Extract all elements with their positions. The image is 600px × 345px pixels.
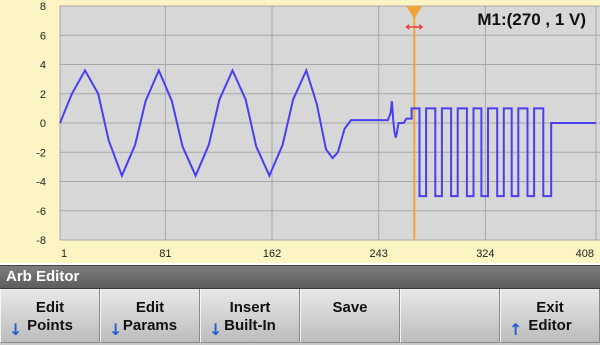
y-tick-label: 8 [40,1,46,13]
y-tick-label: 0 [40,118,46,130]
menu-title-bar: Arb Editor [0,265,600,289]
x-tick-label: 162 [263,248,281,260]
y-tick-label: -4 [36,177,46,189]
softkey-label-line1: Edit [35,299,65,316]
waveform-chart-svg[interactable]: 8 6 4 2 0 -2 -4 -6 -8 1 81 162 243 324 408 [0,0,600,263]
y-tick-label: 6 [40,30,46,42]
y-tick-label: -2 [36,147,46,159]
insert-built-in-button[interactable]: Insert Built-In ↓ [200,289,300,343]
x-tick-label: 408 [576,248,594,260]
edit-points-button[interactable]: Edit Points ↓ [0,289,100,343]
softkey-label-line1: Edit [135,299,165,316]
down-arrow-icon: ↓ [209,320,223,339]
softkey-label-line1: Insert [229,299,271,316]
y-tick-label: 4 [40,60,46,72]
marker-readout: M1:(270 , 1 V) [477,10,586,29]
function-generator-screen: 8 6 4 2 0 -2 -4 -6 -8 1 81 162 243 324 408 M1:(270 , … [0,0,600,345]
edit-params-button[interactable]: Edit Params ↓ [100,289,200,343]
x-tick-label: 324 [476,248,494,260]
waveform-plot[interactable]: 8 6 4 2 0 -2 -4 -6 -8 1 81 162 243 324 408 M1:(270 , … [0,0,600,263]
x-tick-label: 243 [370,248,388,260]
x-tick-label: 81 [159,248,171,260]
down-arrow-icon: ↓ [9,320,23,339]
save-button[interactable]: Save [300,289,400,343]
softkey-label-line1: Exit [536,299,564,316]
y-tick-label: -6 [36,206,46,218]
up-arrow-icon: ↑ [509,320,523,339]
menu-title: Arb Editor [6,268,80,285]
y-tick-label: -8 [36,235,46,247]
down-arrow-icon: ↓ [109,320,123,339]
exit-editor-button[interactable]: Exit Editor ↑ [500,289,600,343]
softkey-bar: Edit Points ↓ Edit Params ↓ Insert Built… [0,289,600,345]
softkey-label-line1: Save [332,299,368,316]
y-tick-label: 2 [40,89,46,101]
blank-softkey-button[interactable] [400,289,500,343]
x-tick-label: 1 [61,248,67,260]
